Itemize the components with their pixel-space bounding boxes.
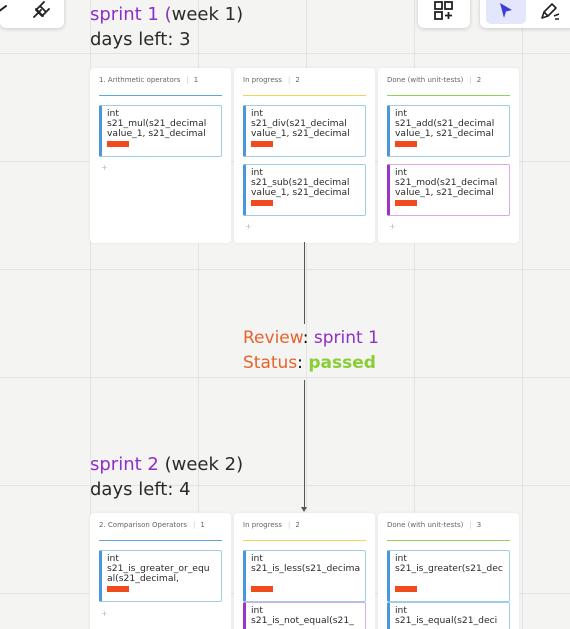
card-tag <box>251 586 273 592</box>
card-title: int s21_sub(s21_decimal value_1, s21_dec… <box>251 168 350 198</box>
column-color-line <box>99 540 222 541</box>
column-card-count: 1 <box>200 521 205 529</box>
card-tag <box>251 200 273 206</box>
column-header: Done (with unit-tests) | 3 <box>387 521 510 541</box>
kanban-card[interactable]: int s21_is_greater_or_equ al(s21_decimal… <box>99 550 222 602</box>
card-title: int s21_is_greater(s21_dec <box>395 554 503 574</box>
plugin-icon[interactable] <box>28 0 50 22</box>
kanban-card[interactable]: int s21_add(s21_decimal value_1, s21_dec… <box>387 105 510 157</box>
pen-icon[interactable] <box>538 0 560 22</box>
review-label: Review <box>243 328 303 348</box>
review-line: Review: sprint 1 <box>243 326 379 350</box>
card-title: int s21_mul(s21_decimal value_1, s21_dec… <box>107 109 207 139</box>
sprint1-week: week 1) <box>171 4 244 25</box>
sprint2-name: sprint 2 <box>90 454 159 475</box>
column-separator: | <box>186 76 189 84</box>
sprint1-name: sprint 1 <box>90 4 159 25</box>
kanban-card[interactable]: int s21_is_not_equal(s21_ <box>243 602 366 629</box>
card-title: int s21_div(s21_decimal value_1, s21_dec… <box>251 109 350 139</box>
column-card-count: 2 <box>295 76 300 84</box>
column-separator: | <box>469 76 472 84</box>
column-card-count: 2 <box>476 76 482 84</box>
select-cursor-icon[interactable] <box>495 0 517 22</box>
column-title: 1. Arithmetic operators <box>99 76 181 84</box>
card-tag <box>395 586 417 592</box>
column-separator: | <box>193 521 196 529</box>
card-tag <box>395 200 417 206</box>
sprint2-title: sprint 2 (week 2) <box>90 453 243 477</box>
kanban-card[interactable]: int s21_mul(s21_decimal value_1, s21_dec… <box>99 105 222 157</box>
sprint1-title: sprint 1 (week 1) <box>90 3 243 27</box>
status-label: Status <box>243 353 298 373</box>
column-header: In progress | 2 <box>243 521 366 541</box>
column-color-line <box>243 95 366 96</box>
kanban-card[interactable]: int s21_is_less(s21_decima <box>243 550 366 602</box>
connector-line <box>304 380 305 508</box>
add-card-button[interactable]: + <box>101 163 108 172</box>
column-title: Done (with unit-tests) <box>387 521 464 529</box>
card-title: int s21_is_not_equal(s21_ <box>251 606 354 626</box>
column-separator: | <box>469 521 472 529</box>
column-card-count: 2 <box>295 521 300 529</box>
connector-line <box>304 242 305 324</box>
status-line: Status: passed <box>243 351 376 375</box>
kanban-card[interactable]: int s21_sub(s21_decimal value_1, s21_dec… <box>243 164 366 216</box>
kanban-column: Done (with unit-tests) | 2 int s21_add(s21_… <box>378 68 519 243</box>
card-title: int s21_is_less(s21_decima <box>251 554 361 574</box>
status-colon: : <box>297 353 309 373</box>
column-title: 2. Comparison Operators <box>99 521 188 529</box>
sprint1-paren: ( <box>158 4 172 25</box>
status-value: passed <box>308 353 376 373</box>
card-title: int s21_is_equal(s21_deci <box>395 606 498 626</box>
review-colon: : <box>302 328 314 348</box>
column-title: In progress <box>243 521 282 529</box>
sprint2-paren: ( <box>158 454 172 475</box>
column-header: 1. Arithmetic operators | 1 <box>99 76 222 96</box>
column-header: Done (with unit-tests) | 2 <box>387 76 510 96</box>
kanban-card[interactable]: int s21_is_equal(s21_deci <box>387 602 510 629</box>
column-header: In progress | 2 <box>243 76 366 96</box>
card-tag <box>251 141 273 147</box>
card-tag <box>107 141 129 147</box>
kanban-column: 1. Arithmetic operators | 1 int s21_mul(s21… <box>90 68 231 243</box>
card-title: int s21_add(s21_decimal value_1, s21_dec… <box>395 109 495 139</box>
toolbar-templates <box>418 0 470 28</box>
column-color-line <box>387 540 510 541</box>
add-template-icon[interactable] <box>433 0 455 22</box>
column-card-count: 1 <box>193 76 199 84</box>
column-color-line <box>99 95 222 96</box>
kanban-column: In progress | 2 int s21_div(s21_decimal val… <box>234 68 375 243</box>
sprint2-week: week 2) <box>171 454 244 475</box>
column-title: In progress <box>243 76 282 84</box>
add-card-button[interactable]: + <box>101 609 108 618</box>
review-sprint: sprint 1 <box>313 328 379 348</box>
card-tag <box>395 141 417 147</box>
kanban-card[interactable]: int s21_div(s21_decimal value_1, s21_dec… <box>243 105 366 157</box>
arrow-icon[interactable] <box>0 0 14 22</box>
column-header: 2. Comparison Operators | 1 <box>99 521 222 541</box>
card-title: int s21_mod(s21_decimal value_1, s21_dec… <box>395 168 498 198</box>
column-color-line <box>243 540 366 541</box>
add-card-button[interactable]: + <box>389 222 396 231</box>
connector-arrow-icon <box>301 507 307 512</box>
column-color-line <box>387 95 510 96</box>
kanban-card[interactable]: int s21_is_greater(s21_dec <box>387 550 510 602</box>
kanban-card[interactable]: int s21_mod(s21_decimal value_1, s21_dec… <box>387 164 510 216</box>
sprint1-days-left: days left: 3 <box>90 29 191 50</box>
column-card-count: 3 <box>476 521 482 529</box>
sprint2-days-left: days left: 4 <box>90 479 191 500</box>
toolbar-tools <box>480 0 570 28</box>
column-separator: | <box>287 521 291 529</box>
toolbar-left <box>0 0 64 28</box>
column-title: Done (with unit-tests) <box>387 76 464 84</box>
column-separator: | <box>287 76 291 84</box>
kanban-column: In progress | 2 int s21_is_less(s21_decimai… <box>234 513 375 629</box>
card-title: int s21_is_greater_or_equ al(s21_decimal… <box>107 554 210 584</box>
card-tag <box>107 586 129 592</box>
add-card-button[interactable]: + <box>245 222 252 231</box>
kanban-column: 2. Comparison Operators | 1 int s21_is_grea… <box>90 513 231 629</box>
kanban-column: Done (with unit-tests) | 3 int s21_is_great… <box>378 513 519 629</box>
